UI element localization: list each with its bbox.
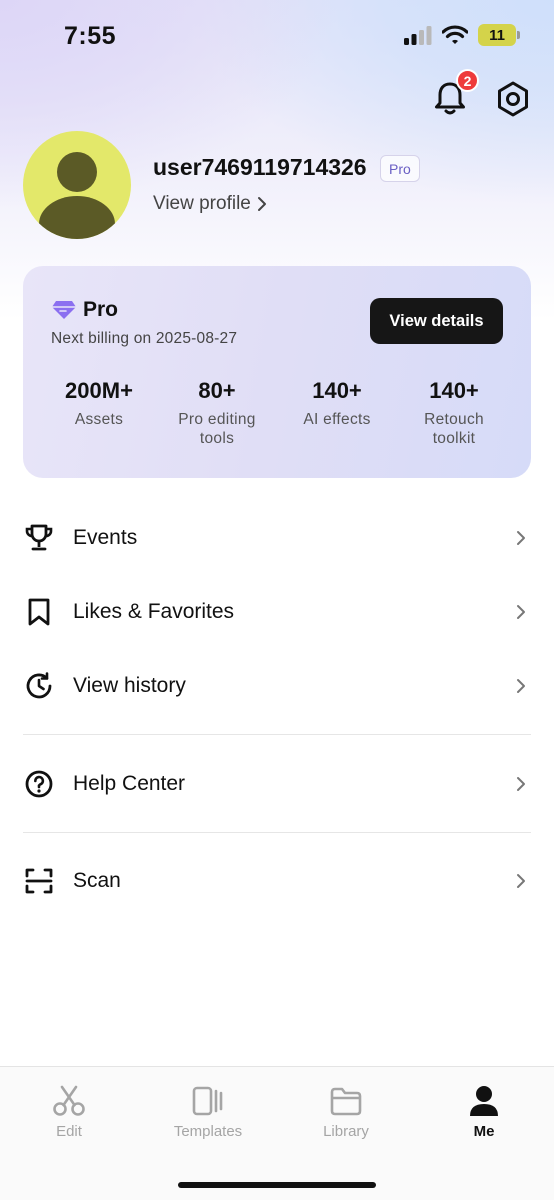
stat-ai-effects: 140+ AI effects	[287, 378, 387, 429]
chevron-right-icon	[517, 874, 525, 888]
menu-item-help-center[interactable]: Help Center	[0, 754, 554, 814]
wifi-icon	[442, 25, 468, 44]
stat-pro-editing-tools: 80+ Pro editing tools	[169, 378, 265, 448]
avatar-person-icon	[39, 152, 115, 239]
pro-subscription-card[interactable]: Pro Next billing on 2025-08-27 View deta…	[23, 266, 531, 478]
stat-retouch-toolkit: 140+ Retouch toolkit	[409, 378, 499, 448]
stat-assets: 200M+ Assets	[51, 378, 147, 429]
tab-label: Library	[323, 1123, 369, 1140]
status-time: 7:55	[64, 22, 117, 50]
menu-label: View history	[73, 674, 186, 697]
menu-label: Scan	[73, 869, 121, 892]
menu-item-events[interactable]: Events	[0, 508, 554, 568]
stat-label: Assets	[74, 411, 124, 428]
menu-item-view-history[interactable]: View history	[0, 656, 554, 716]
tab-me[interactable]: Me	[434, 1085, 534, 1140]
pro-title-label: Pro	[83, 298, 119, 321]
menu-item-likes-favorites[interactable]: Likes & Favorites	[0, 582, 554, 642]
trophy-icon	[24, 523, 54, 553]
tab-edit[interactable]: Edit	[19, 1085, 119, 1140]
bottom-tab-bar: Edit Templates Library Me	[0, 1066, 554, 1200]
next-billing-text: Next billing on 2025-08-27	[51, 330, 238, 347]
templates-icon	[192, 1086, 223, 1116]
menu-item-scan[interactable]: Scan	[0, 851, 554, 911]
username: user7469119714326	[153, 154, 367, 180]
person-icon	[470, 1086, 498, 1116]
view-details-button[interactable]: View details	[370, 298, 503, 344]
battery-level: 11	[489, 26, 505, 44]
tab-library[interactable]: Library	[296, 1085, 396, 1140]
stat-label: Pro editing tools	[178, 411, 256, 447]
chevron-right-icon	[517, 679, 525, 693]
chevron-right-icon	[517, 777, 525, 791]
chevron-right-icon	[517, 605, 525, 619]
chevron-right-icon	[257, 197, 266, 211]
view-profile-link[interactable]: View profile	[153, 193, 267, 215]
stat-value: 140+	[312, 378, 362, 403]
avatar[interactable]	[23, 131, 131, 239]
menu-label: Likes & Favorites	[73, 600, 235, 623]
tab-label: Templates	[173, 1123, 243, 1140]
folder-icon	[330, 1087, 362, 1116]
battery-indicator: 11	[478, 24, 520, 46]
tab-label: Me	[473, 1123, 495, 1140]
stat-value: 140+	[429, 378, 479, 403]
history-icon	[24, 671, 54, 701]
view-profile-label: View profile	[153, 193, 251, 214]
pro-badge: Pro	[380, 155, 420, 182]
menu-label: Events	[73, 526, 138, 549]
notification-badge: 2	[456, 69, 479, 92]
chevron-right-icon	[517, 531, 525, 545]
scan-icon	[24, 866, 54, 896]
menu-label: Help Center	[73, 772, 186, 795]
diamond-icon	[52, 301, 76, 319]
stat-label: Retouch toolkit	[424, 411, 484, 447]
me-screen: 7:55 11 2 user7469119714326 Pro View pro…	[0, 0, 554, 1200]
status-icons: 11	[404, 24, 520, 46]
stat-value: 200M+	[65, 378, 133, 403]
cellular-signal-icon	[404, 26, 432, 45]
help-icon	[24, 769, 54, 799]
scissors-icon	[53, 1085, 85, 1116]
tab-label: Edit	[56, 1123, 82, 1140]
menu-divider	[23, 734, 531, 735]
menu-divider	[23, 832, 531, 833]
home-indicator	[178, 1182, 376, 1188]
bookmark-icon	[24, 597, 54, 627]
tab-templates[interactable]: Templates	[158, 1085, 258, 1140]
settings-icon[interactable]	[494, 80, 532, 118]
stat-value: 80+	[198, 378, 236, 403]
pro-title: Pro	[51, 298, 118, 322]
stat-label: AI effects	[303, 411, 371, 428]
